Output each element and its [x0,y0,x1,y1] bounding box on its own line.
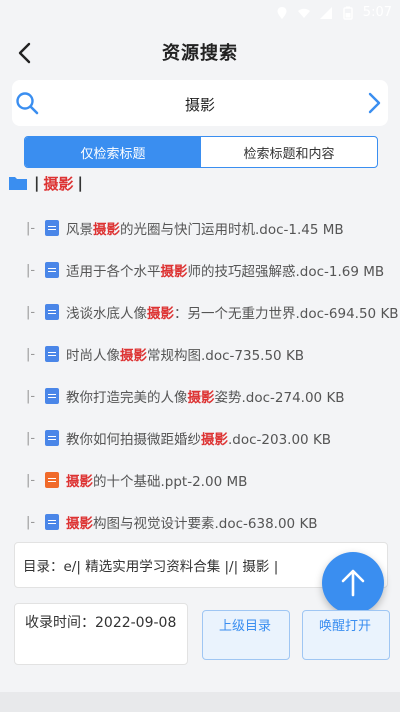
status-bar: 5:07 [0,0,400,28]
doc-file-icon [45,220,59,236]
status-icons: 5:07 [275,5,392,20]
page-title: 资源搜索 [162,43,238,64]
folder-pipe-left: | [34,174,40,192]
tree-prefix: |- [26,346,36,362]
tree-prefix: |- [26,262,36,278]
doc-file-icon [45,430,59,446]
file-name: 摄影构图与视觉设计要素.doc-638.00 KB [66,516,318,532]
keyword-highlight: 摄影 [187,390,215,406]
file-name: 风景摄影的光圈与快门运用时机.doc-1.45 MB [66,222,344,238]
file-name: 摄影的十个基础.ppt-2.00 MB [66,474,248,490]
scroll-top-button[interactable] [322,552,384,614]
parent-directory-button[interactable]: 上级目录 [202,610,290,660]
file-item[interactable]: |- 摄影构图与视觉设计要素.doc-638.00 KB [0,502,400,542]
file-item[interactable]: |- 摄影的十个基础.ppt-2.00 MB [0,460,400,500]
file-item[interactable]: |- 教你打造完美的人像摄影姿势.doc-274.00 KB [0,376,400,416]
tree-prefix: |- [26,388,36,404]
file-name: 适用于各个水平摄影师的技巧超强解惑.doc-1.69 MB [66,264,385,280]
doc-file-icon [45,346,59,362]
tab-title-and-content[interactable]: 检索标题和内容 [201,137,377,167]
keyword-highlight: 摄影 [120,348,147,364]
keyword-highlight: 摄影 [66,516,93,532]
tree-prefix: |- [26,304,36,320]
search-bar[interactable]: 摄影 [12,80,388,126]
file-item[interactable]: |- 风景摄影的光圈与快门运用时机.doc-1.45 MB [0,208,400,248]
folder-icon [9,177,27,190]
keyword-highlight: 摄影 [147,306,174,322]
tree-prefix: |- [26,430,36,446]
tab-title-only[interactable]: 仅检索标题 [25,137,201,167]
keyword-highlight: 摄影 [201,432,228,448]
keyword-highlight: 摄影 [93,222,120,238]
file-name: 教你打造完美的人像摄影姿势.doc-274.00 KB [66,390,345,406]
status-time: 5:07 [362,5,392,20]
file-item[interactable]: |- 浅谈水底人像摄影：另一个无重力世界.doc-694.50 KB [0,292,400,332]
doc-file-icon [45,388,59,404]
keyword-highlight: 摄影 [66,474,93,490]
signal-icon [319,6,332,19]
tree-prefix: |- [26,514,36,530]
location-icon [277,6,287,19]
header: 资源搜索 [0,28,400,76]
search-input[interactable]: 摄影 [12,94,388,115]
search-mode-tabs: 仅检索标题 检索标题和内容 [24,136,378,168]
ppt-file-icon [45,472,59,488]
chevron-left-icon [18,42,31,64]
file-name: 浅谈水底人像摄影：另一个无重力世界.doc-694.50 KB [66,306,399,322]
back-button[interactable] [10,38,40,68]
file-name: 时尚人像摄影常规构图.doc-735.50 KB [66,348,305,364]
folder-header[interactable]: | 摄影 | [8,172,87,194]
tree-prefix: |- [26,220,36,236]
file-item[interactable]: |- 适用于各个水平摄影师的技巧超强解惑.doc-1.69 MB [0,250,400,290]
arrow-up-icon [341,569,365,597]
wifi-icon [297,8,310,18]
doc-file-icon [45,514,59,530]
bottom-strip [0,692,400,712]
folder-pipe-right: | [77,174,83,192]
record-time-value: 2022-09-08 [95,615,177,631]
doc-file-icon [45,304,59,320]
file-item[interactable]: |- 教你如何拍摄微距婚纱摄影.doc-203.00 KB [0,418,400,458]
file-item[interactable]: |- 时尚人像摄影常规构图.doc-735.50 KB [0,334,400,374]
doc-file-icon [45,262,59,278]
battery-icon [343,6,353,20]
tree-prefix: |- [26,472,36,488]
record-time: 收录时间：2022-09-08 [14,603,188,665]
wake-open-button[interactable]: 唤醒打开 [302,610,390,660]
keyword-highlight: 摄影 [160,264,188,280]
file-name: 教你如何拍摄微距婚纱摄影.doc-203.00 KB [66,432,332,448]
chevron-right-icon[interactable] [364,91,384,115]
record-time-label: 收录时间： [25,615,95,631]
folder-name: 摄影 [43,174,74,193]
